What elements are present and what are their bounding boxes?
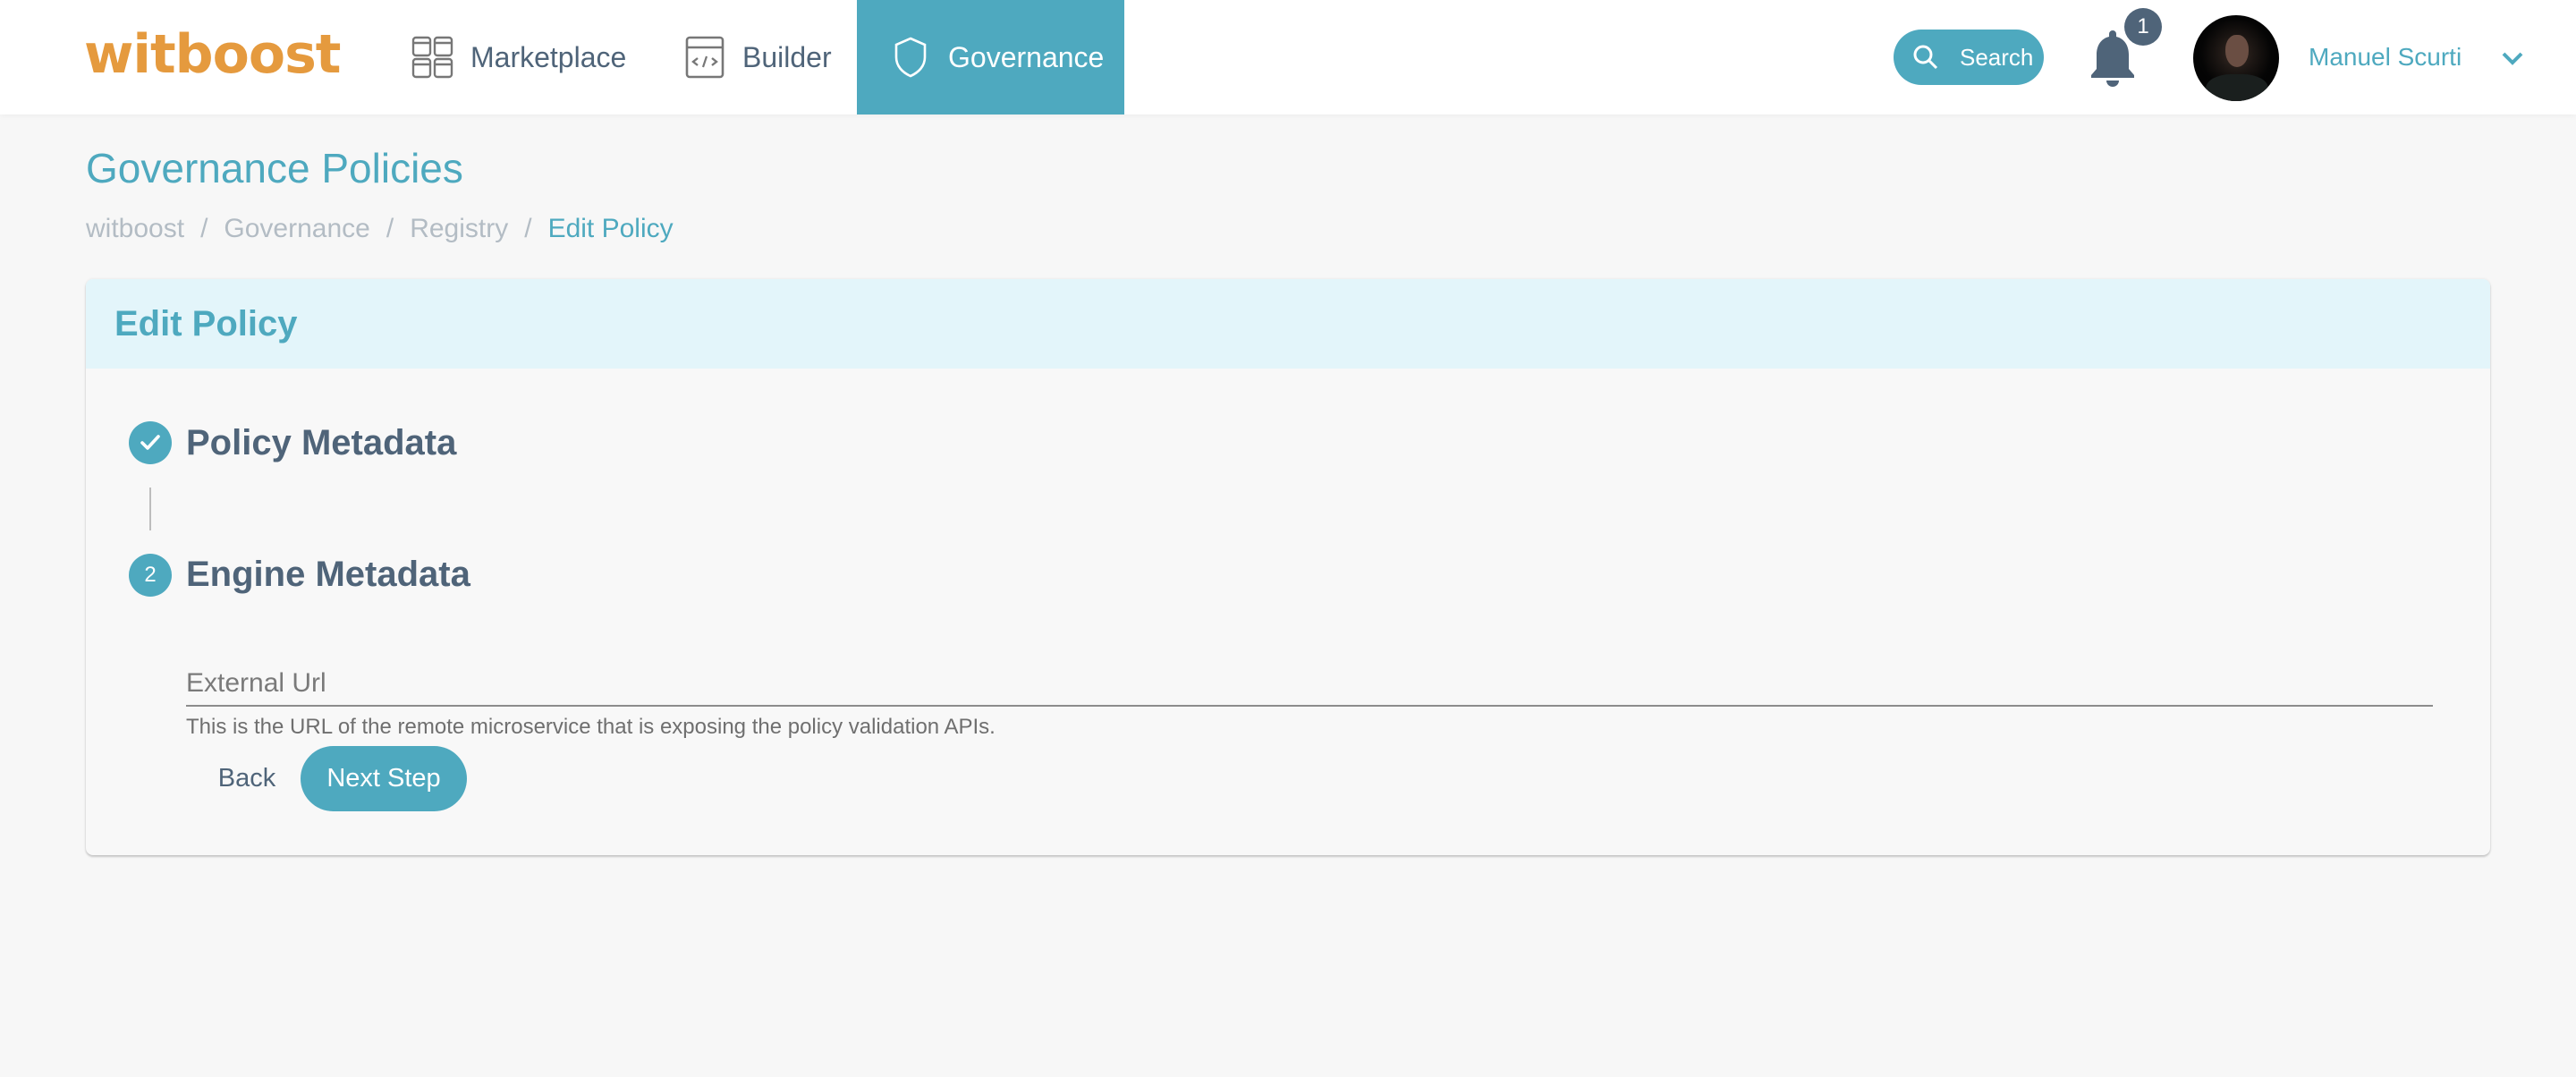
external-url-field[interactable]: External Url (186, 655, 2433, 707)
page-title: Governance Policies (86, 145, 463, 191)
notifications-count-badge: 1 (2124, 8, 2162, 46)
witboost-logo[interactable]: witboost (84, 23, 341, 86)
user-avatar[interactable] (2193, 15, 2279, 101)
step-1-label[interactable]: Policy Metadata (186, 421, 456, 464)
step-2-indicator: 2 (129, 554, 172, 597)
checkmark-icon (140, 435, 160, 450)
breadcrumb-registry[interactable]: Registry (410, 211, 508, 247)
breadcrumb-separator: / (200, 214, 208, 243)
step-connector (149, 488, 151, 530)
edit-policy-card: Edit Policy Policy Metadata 2 Engine Met… (86, 279, 2490, 855)
step-2-label: Engine Metadata (186, 555, 470, 594)
user-name[interactable]: Manuel Scurti (2309, 39, 2462, 75)
step-1-completed-indicator (129, 421, 172, 464)
breadcrumb-edit-policy: Edit Policy (547, 214, 674, 243)
breadcrumb-witboost[interactable]: witboost (86, 211, 184, 247)
chevron-down-icon[interactable] (2499, 45, 2526, 72)
avatar-face (2225, 35, 2249, 67)
top-bar: witboost Marketplace Builder Governance … (0, 0, 2576, 114)
card-title: Edit Policy (114, 304, 298, 343)
nav-item-governance[interactable]: Governance (857, 0, 1124, 114)
external-url-helper-text: This is the URL of the remote microservi… (186, 715, 996, 739)
card-header: Edit Policy (86, 279, 2490, 369)
avatar-shoulders (2206, 74, 2268, 101)
marketplace-grid-icon (411, 36, 453, 79)
breadcrumb-governance[interactable]: Governance (224, 211, 369, 247)
nav-label-marketplace: Marketplace (470, 40, 627, 73)
nav-label-builder: Builder (742, 40, 832, 73)
breadcrumb-separator: / (386, 214, 394, 243)
breadcrumb: witboost / Governance / Registry / Edit … (86, 211, 674, 247)
search-icon (1913, 45, 1938, 70)
next-step-button[interactable]: Next Step (301, 746, 467, 811)
nav-item-marketplace[interactable]: Marketplace (411, 0, 626, 114)
back-button[interactable]: Back (195, 746, 299, 811)
builder-code-window-icon (685, 36, 724, 79)
search-label: Search (1960, 43, 2034, 71)
breadcrumb-separator: / (524, 214, 532, 243)
external-url-input[interactable] (186, 655, 2433, 705)
nav-label-governance: Governance (948, 40, 1105, 73)
nav-item-builder[interactable]: Builder (683, 0, 832, 114)
search-button[interactable]: Search (1894, 30, 2044, 85)
shield-icon (894, 37, 927, 78)
